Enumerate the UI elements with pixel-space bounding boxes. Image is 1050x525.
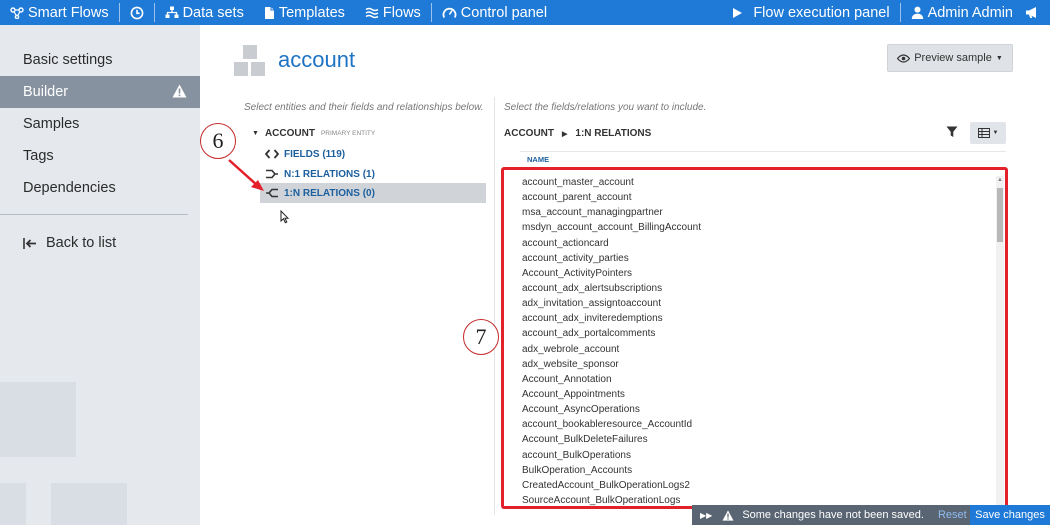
save-changes-button[interactable]: Save changes <box>970 505 1050 525</box>
annotation-callout: 6 <box>200 123 236 159</box>
warning-icon <box>722 509 734 521</box>
annotation-callout: 7 <box>463 319 499 355</box>
expand-icon[interactable]: ▶▶ <box>700 511 712 520</box>
unsaved-message: Some changes have not been saved. <box>742 509 924 521</box>
reset-button[interactable]: Reset <box>938 509 967 521</box>
unsaved-changes-bar: ▶▶ Some changes have not been saved. Res… <box>692 505 1050 525</box>
annotation-arrow <box>228 159 264 191</box>
